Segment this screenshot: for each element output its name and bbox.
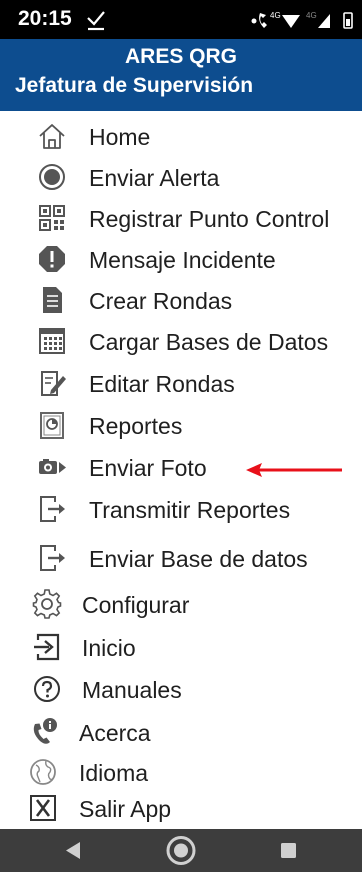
menu-item-enviar-alerta[interactable]: Enviar Alerta <box>0 158 362 196</box>
menu-label: Manuales <box>82 677 182 703</box>
menu-item-salir-app[interactable]: Salir App <box>0 789 362 827</box>
alert-radio-icon <box>35 160 69 194</box>
menu-label: Transmitir Reportes <box>89 497 291 523</box>
globe-icon <box>26 755 60 789</box>
home-button-icon[interactable] <box>151 829 211 872</box>
app-header: ARES QRG Jefatura de Supervisión <box>0 39 362 111</box>
back-icon[interactable] <box>44 829 104 872</box>
menu-item-acerca[interactable]: Acerca <box>0 713 362 751</box>
menu-item-crear-rondas[interactable]: Crear Rondas <box>0 281 362 319</box>
network-type-label-2: 4G <box>306 11 317 20</box>
spreadsheet-icon <box>35 324 69 358</box>
menu-label: Mensaje Incidente <box>89 247 276 273</box>
report-chart-icon <box>35 408 69 442</box>
menu-label: Enviar Foto <box>89 455 207 481</box>
menu-item-manuales[interactable]: Manuales <box>0 670 362 708</box>
recent-apps-icon[interactable] <box>258 829 318 872</box>
download-done-icon <box>87 11 105 31</box>
exit-x-icon <box>26 791 60 825</box>
menu-item-cargar-bases-de-datos[interactable]: Cargar Bases de Datos <box>0 322 362 360</box>
menu-label: Registrar Punto Control <box>89 206 330 232</box>
menu-item-reportes[interactable]: Reportes <box>0 406 362 444</box>
network-type-label: 4G <box>270 11 281 20</box>
menu-label: Enviar Alerta <box>89 165 220 191</box>
annotation-arrow-icon <box>246 463 342 477</box>
phone-info-icon <box>26 715 60 749</box>
menu-item-mensaje-incidente[interactable]: Mensaje Incidente <box>0 240 362 278</box>
menu-label: Salir App <box>79 796 172 822</box>
menu-label: Reportes <box>89 413 183 439</box>
menu-item-home[interactable]: Home <box>0 117 362 155</box>
menu-item-enviar-base-de-datos[interactable]: Enviar Base de datos <box>0 539 362 577</box>
menu-item-editar-rondas[interactable]: Editar Rondas <box>0 364 362 402</box>
edit-document-icon <box>35 366 69 400</box>
menu-label: Configurar <box>82 592 190 618</box>
menu-label: Acerca <box>79 720 151 746</box>
qr-code-icon <box>35 201 69 235</box>
menu-label: Home <box>89 124 151 150</box>
menu-label: Inicio <box>82 635 136 661</box>
menu-label: Idioma <box>79 760 149 786</box>
home-icon <box>35 119 69 153</box>
menu-item-idioma[interactable]: Idioma <box>0 753 362 791</box>
status-bar: 20:15 4G 4G <box>0 0 362 39</box>
menu-item-registrar-punto-control[interactable]: Registrar Punto Control <box>0 199 362 237</box>
menu-item-inicio[interactable]: Inicio <box>0 628 362 666</box>
help-circle-icon <box>30 672 64 706</box>
status-time: 20:15 <box>18 7 72 30</box>
menu-item-configurar[interactable]: Configurar <box>0 585 362 623</box>
menu-label: Cargar Bases de Datos <box>89 329 329 355</box>
app-subtitle: Jefatura de Supervisión <box>15 74 254 97</box>
exclamation-icon <box>35 242 69 276</box>
file-export-icon <box>35 492 69 526</box>
status-icons: 4G 4G <box>251 11 353 29</box>
menu-item-transmitir-reportes[interactable]: Transmitir Reportes <box>0 490 362 528</box>
gear-icon <box>30 587 64 621</box>
checklist-icon <box>35 283 69 317</box>
app-title: ARES QRG <box>124 45 237 68</box>
menu-label: Editar Rondas <box>89 371 235 397</box>
sign-in-icon <box>30 630 64 664</box>
menu-label: Crear Rondas <box>89 288 233 314</box>
menu-label: Enviar Base de datos <box>89 546 308 572</box>
file-export-icon <box>35 541 69 575</box>
camera-icon <box>35 450 69 484</box>
system-navigation-bar <box>0 829 362 872</box>
